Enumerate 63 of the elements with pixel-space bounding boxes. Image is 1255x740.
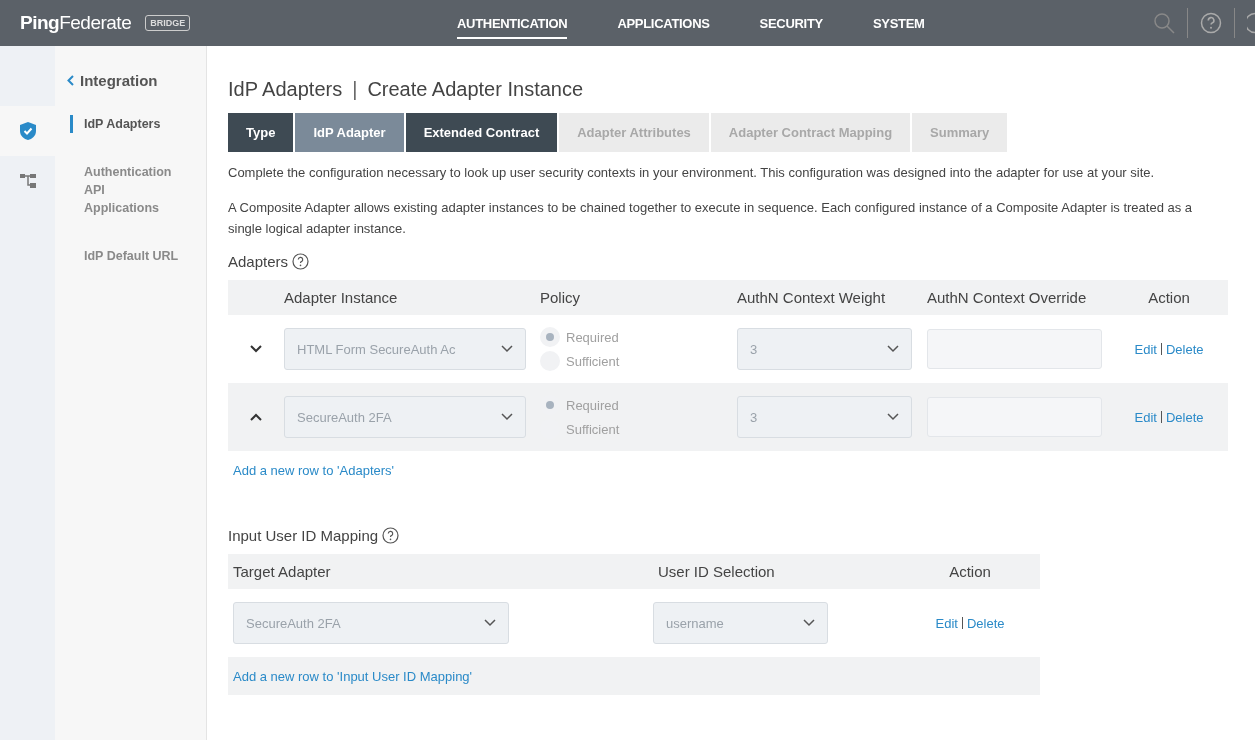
nav-tab[interactable]: AUTHENTICATION xyxy=(457,7,568,39)
section-heading: Adapters xyxy=(228,253,289,270)
chevron-left-icon[interactable] xyxy=(67,75,74,86)
search-icon[interactable] xyxy=(1153,12,1175,34)
nav-tab[interactable]: APPLICATIONS xyxy=(617,7,710,39)
sidebar-item[interactable]: Authentication API Applications xyxy=(70,163,180,217)
column-header: AuthN Context Weight xyxy=(737,289,886,306)
page-title: IdP Adapters | Create Adapter Instance xyxy=(228,78,585,101)
column-header: Action xyxy=(1148,289,1190,306)
weight-select[interactable]: 3 xyxy=(737,396,912,438)
edit-link[interactable]: Edit xyxy=(1134,341,1157,357)
target-adapter-select[interactable]: SecureAuth 2FA xyxy=(233,602,509,644)
chevron-up-icon[interactable] xyxy=(250,413,262,421)
radio-option[interactable]: Required xyxy=(540,395,620,415)
column-header: User ID Selection xyxy=(658,563,775,580)
wizard-step[interactable]: IdP Adapter xyxy=(295,113,404,152)
description: A Composite Adapter allows existing adapter instances to be chained together to execute in sequence. Each configured instance of a Composite Adapter is treated as a single logical adapter instance. xyxy=(228,199,1194,238)
sidebar-item[interactable]: IdP Adapters xyxy=(70,115,180,133)
adapter-select[interactable]: HTML Form SecureAuth Ac xyxy=(284,328,526,370)
radio-option[interactable]: Sufficient xyxy=(540,351,620,371)
override-field[interactable] xyxy=(927,329,1102,369)
column-header: Policy xyxy=(540,289,580,306)
weight-select[interactable]: 3 xyxy=(737,328,912,370)
help-icon[interactable] xyxy=(382,527,400,544)
column-header: Action xyxy=(949,563,991,580)
column-header: Target Adapter xyxy=(233,563,331,580)
adapter-select[interactable]: SecureAuth 2FA xyxy=(284,396,526,438)
nav-tab[interactable]: SYSTEM xyxy=(872,7,925,39)
column-header: Adapter Instance xyxy=(284,289,398,306)
shield-icon xyxy=(19,122,36,140)
logo: PingFederate xyxy=(20,12,132,34)
help-icon[interactable] xyxy=(292,253,310,270)
tree-icon xyxy=(19,174,36,188)
column-header: AuthN Context Override xyxy=(927,289,1087,306)
caret-icon xyxy=(887,345,899,353)
add-row-link[interactable]: Add a new row to 'Adapters' xyxy=(233,463,395,478)
wizard-step[interactable]: Extended Contract xyxy=(405,113,558,152)
delete-link[interactable]: Delete xyxy=(1165,341,1204,357)
caret-icon xyxy=(501,413,513,421)
wizard-step[interactable]: Adapter Attributes xyxy=(559,113,709,152)
caret-icon xyxy=(501,345,513,353)
back-link[interactable]: Integration xyxy=(80,72,158,89)
radio-option[interactable]: Sufficient xyxy=(540,419,620,439)
section-heading: Input User ID Mapping xyxy=(228,527,379,544)
radio-option[interactable]: Required xyxy=(540,327,620,347)
wizard-step[interactable]: Type xyxy=(228,113,294,152)
edit-link[interactable]: Edit xyxy=(935,615,958,631)
wizard-step[interactable]: Adapter Contract Mapping xyxy=(710,113,911,152)
edition-badge: BRIDGE xyxy=(145,15,191,31)
edit-link[interactable]: Edit xyxy=(1134,409,1157,425)
caret-icon xyxy=(484,619,496,627)
delete-link[interactable]: Delete xyxy=(966,615,1005,631)
caret-icon xyxy=(887,413,899,421)
chevron-down-icon[interactable] xyxy=(250,345,262,353)
shield-icon-button[interactable] xyxy=(0,106,55,156)
sidebar-item[interactable]: IdP Default URL xyxy=(70,247,180,265)
wizard-step[interactable]: Summary xyxy=(912,113,1008,152)
add-row-link[interactable]: Add a new row to 'Input User ID Mapping' xyxy=(233,669,473,684)
nav-tab[interactable]: SECURITY xyxy=(759,7,823,39)
description: Complete the configuration necessary to look up user security contexts in your environment. This configuration was designed into the adapter for use at your site. xyxy=(228,164,1156,182)
delete-link[interactable]: Delete xyxy=(1165,409,1204,425)
caret-icon xyxy=(803,619,815,627)
user-id-select[interactable]: username xyxy=(653,602,828,644)
